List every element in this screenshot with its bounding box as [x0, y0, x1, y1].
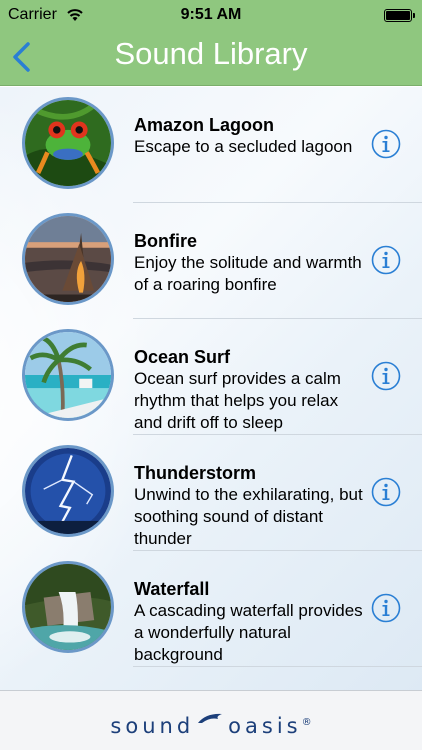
sound-title: Ocean Surf — [134, 347, 231, 367]
battery-icon — [384, 9, 415, 22]
list-item[interactable]: Amazon Lagoon Escape to a secluded lagoo… — [0, 87, 422, 203]
thumbnail-waterfall — [22, 561, 114, 653]
list-item[interactable]: Bonfire Enjoy the solitude and warmth of… — [0, 203, 422, 319]
info-icon[interactable] — [371, 129, 401, 159]
list-item[interactable]: Ocean Surf Ocean surf provides a calm rh… — [0, 319, 422, 435]
sound-description: Unwind to the exhilarating, but soothing… — [134, 485, 363, 548]
logo-left: sound — [110, 714, 195, 738]
thumbnail-palm — [22, 329, 114, 421]
list-item[interactable]: Thunderstorm Unwind to the exhilarating,… — [0, 435, 422, 551]
sound-oasis-logo: sound oasis® — [0, 711, 422, 738]
thumbnail-bonfire — [22, 213, 114, 305]
sound-description: Escape to a secluded lagoon — [134, 137, 353, 156]
info-icon[interactable] — [371, 245, 401, 275]
page-title: Sound Library — [114, 36, 308, 71]
sound-description: A cascading waterfall provides a wonderf… — [134, 601, 363, 664]
thumbnail-lightning — [22, 445, 114, 537]
sound-title: Thunderstorm — [134, 463, 257, 483]
sound-description: Enjoy the solitude and warmth of a roari… — [134, 253, 362, 294]
logo-right: oasis — [228, 714, 302, 738]
footer-bar: sound oasis® — [0, 690, 422, 750]
logo-registered: ® — [301, 717, 312, 728]
dolphin-icon — [198, 713, 223, 723]
sound-description: Ocean surf provides a calm rhythm that h… — [134, 369, 341, 432]
thumbnail-frog — [22, 97, 114, 189]
info-icon[interactable] — [371, 477, 401, 507]
clock: 9:51 AM — [180, 6, 242, 23]
sound-title: Amazon Lagoon — [134, 115, 274, 135]
sound-title: Bonfire — [134, 231, 197, 251]
navigation-bar: Sound Library — [0, 30, 422, 86]
info-icon[interactable] — [371, 593, 401, 623]
sound-list: Amazon Lagoon Escape to a secluded lagoo… — [0, 87, 422, 690]
info-icon[interactable] — [371, 361, 401, 391]
list-item[interactable]: Waterfall A cascading waterfall provides… — [0, 551, 422, 667]
status-bar: Carrier 9:51 AM — [0, 0, 422, 30]
sound-title: Waterfall — [134, 579, 210, 599]
